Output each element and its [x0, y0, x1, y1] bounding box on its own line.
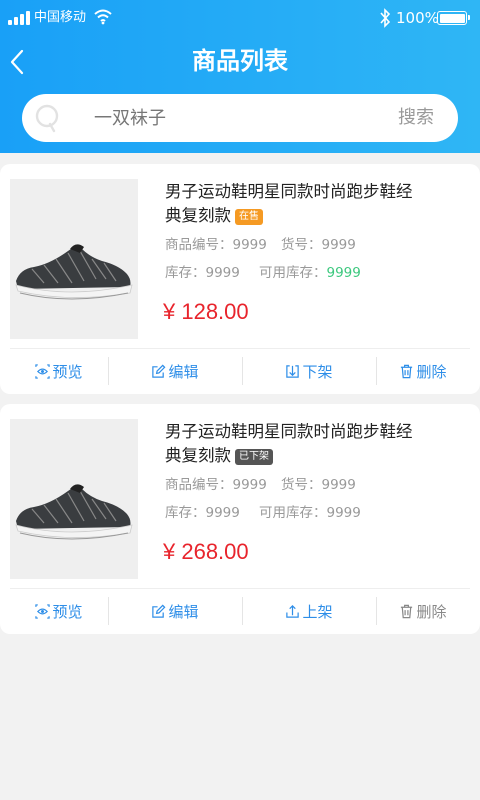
bluetooth-icon	[380, 8, 391, 28]
search-button[interactable]: 搜索	[398, 106, 434, 130]
edit-button[interactable]: 编辑	[108, 589, 242, 634]
arrow-down-icon	[286, 365, 300, 378]
arrow-up-icon	[286, 605, 300, 618]
product-image	[10, 419, 138, 579]
action-bar: 预览 编辑 上架 删除	[0, 589, 480, 634]
sneaker-image	[15, 244, 133, 300]
product-available-stock: 可用库存：9999	[259, 505, 361, 521]
product-stock: 库存：9999	[165, 265, 240, 281]
status-badge: 在售	[235, 209, 263, 225]
signal-icon	[8, 11, 30, 25]
product-price: ¥ 128.00	[163, 299, 249, 324]
delete-button[interactable]: 删除	[376, 589, 470, 634]
status-bar: 中国移动 100%	[0, 0, 480, 36]
wifi-icon	[94, 9, 112, 25]
trash-icon	[401, 604, 413, 619]
product-name: 男子运动鞋明星同款时尚跑步鞋经典复刻款 在售	[165, 182, 413, 225]
product-name: 男子运动鞋明星同款时尚跑步鞋经典复刻款 已下架	[165, 422, 413, 465]
status-badge: 已下架	[235, 449, 273, 465]
eye-icon	[35, 364, 51, 379]
edit-icon	[152, 604, 166, 618]
carrier-name: 中国移动	[34, 10, 87, 25]
product-sku: 货号：9999	[281, 477, 356, 493]
header: 中国移动 100% 商品列表 搜索	[0, 0, 480, 153]
search-icon	[35, 104, 59, 133]
shelf-button[interactable]: 上架	[242, 589, 376, 634]
product-sku: 货号：9999	[281, 237, 356, 253]
edit-button[interactable]: 编辑	[108, 349, 242, 394]
product-available-stock: 可用库存：9999	[259, 265, 361, 281]
eye-icon	[35, 604, 51, 619]
search-bar: 搜索	[22, 94, 458, 142]
battery-percent: 100%	[396, 9, 439, 27]
sneaker-image	[15, 484, 133, 540]
product-code: 商品编号：9999	[165, 237, 267, 253]
page-title: 商品列表	[192, 47, 288, 75]
product-code: 商品编号：9999	[165, 477, 267, 493]
preview-button[interactable]: 预览	[10, 349, 108, 394]
action-bar: 预览 编辑 下架 删除	[0, 349, 480, 394]
trash-icon	[401, 364, 413, 379]
battery-icon	[437, 11, 470, 25]
search-input[interactable]	[94, 102, 394, 134]
product-stock: 库存：9999	[165, 505, 240, 521]
product-card: 男子运动鞋明星同款时尚跑步鞋经典复刻款 在售 商品编号：9999 货号：9999 …	[0, 164, 480, 394]
product-card: 男子运动鞋明星同款时尚跑步鞋经典复刻款 已下架 商品编号：9999 货号：9999…	[0, 404, 480, 634]
unshelf-button[interactable]: 下架	[242, 349, 376, 394]
product-image	[10, 179, 138, 339]
product-price: ¥ 268.00	[163, 539, 249, 564]
edit-icon	[152, 364, 166, 378]
preview-button[interactable]: 预览	[10, 589, 108, 634]
delete-button[interactable]: 删除	[376, 349, 470, 394]
